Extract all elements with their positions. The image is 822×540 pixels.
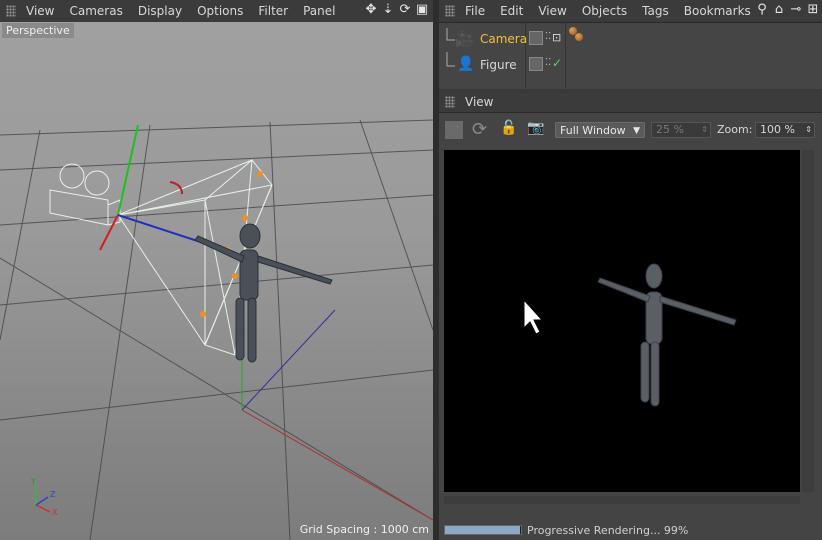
render-progress-fill [445, 526, 521, 534]
zoom-label: Zoom: [717, 123, 753, 136]
floor-grid [0, 119, 433, 540]
lock-icon[interactable]: 🔓 [500, 120, 517, 136]
object-name-camera[interactable]: Camera [480, 32, 527, 46]
menu-objects[interactable]: Objects [582, 4, 627, 18]
enabled-check-icon[interactable]: ✓ [552, 56, 562, 70]
stop-icon[interactable] [445, 121, 463, 139]
view-mode-value: Full Window [560, 124, 626, 137]
zoom-field[interactable]: 100 % ⇕ [755, 122, 815, 138]
visibility-dots-icon[interactable]: ⁚⁚ [545, 57, 551, 68]
object-name-figure[interactable]: Figure [480, 58, 517, 72]
object-row-camera[interactable]: 🎥 Camera ⁚⁚ ⊡ [439, 26, 822, 52]
figure-icon: 👤 [457, 56, 475, 72]
render-progress-bar [444, 525, 522, 535]
home-icon[interactable]: ⌂ [772, 2, 786, 18]
viewport-nav-icons: ✥ ⇣ ⟳ ▣ [364, 2, 429, 18]
perspective-viewport[interactable]: Y Z X Perspective Grid Spacing : 1000 cm [0, 22, 433, 540]
grid-spacing-text: Grid Spacing : 1000 cm [299, 523, 429, 536]
axis-gizmo [35, 485, 51, 513]
camera-object-icon[interactable] [49, 163, 121, 226]
menu-panel[interactable]: Panel [303, 4, 335, 18]
camera-y-axis [117, 124, 139, 216]
view-panel-title: View [465, 95, 494, 109]
camera-x-axis [99, 214, 119, 251]
percent-value: 25 % [656, 123, 684, 136]
rendered-image [523, 263, 737, 407]
menu-view[interactable]: View [538, 4, 566, 18]
stepper-icon[interactable]: ⇕ [805, 123, 812, 137]
viewport-scene [0, 119, 433, 540]
zoom-value: 100 % [760, 123, 795, 136]
refresh-icon[interactable]: ⟳ [472, 119, 487, 140]
object-manager: 🎥 Camera ⁚⁚ ⊡ 👤 Figure ⁚⁚ ✓ [439, 23, 822, 89]
menu-tags[interactable]: Tags [642, 4, 669, 18]
menu-view[interactable]: View [26, 4, 54, 18]
camera-rotation-handle[interactable] [169, 181, 183, 195]
object-row-figure[interactable]: 👤 Figure ⁚⁚ ✓ [439, 27, 822, 78]
rendered-figure [597, 263, 737, 407]
horizontal-scrollbar[interactable] [444, 496, 800, 504]
zoom-view-icon[interactable]: ⇣ [381, 2, 395, 18]
move-view-icon[interactable]: ✥ [364, 2, 378, 18]
menu-filter[interactable]: Filter [258, 4, 288, 18]
percent-field[interactable]: 25 % ⇕ [651, 122, 711, 138]
layer-icon[interactable] [529, 31, 543, 45]
menu-file[interactable]: File [465, 4, 485, 18]
layer-icon[interactable] [529, 57, 543, 71]
rotate-view-icon[interactable]: ⟳ [398, 2, 412, 18]
world-x-axis [241, 409, 433, 521]
menu-bookmarks[interactable]: Bookmarks [684, 4, 751, 18]
menu-edit[interactable]: Edit [500, 4, 523, 18]
add-icon[interactable]: ⊞ [806, 2, 820, 18]
grip-icon[interactable] [6, 5, 16, 17]
maximize-view-icon[interactable]: ▣ [415, 2, 429, 18]
snapshot-camera-icon[interactable]: 📷 [527, 120, 544, 136]
grip-icon[interactable] [445, 96, 455, 108]
menu-display[interactable]: Display [138, 4, 182, 18]
camera-target-icon[interactable]: ⊡ [552, 31, 561, 44]
object-manager-menubar: File Edit View Objects Tags Bookmarks ⚲ … [439, 0, 822, 23]
render-status-text: Progressive Rendering... 99% [527, 523, 689, 537]
grip-icon[interactable] [445, 5, 455, 17]
vertical-scrollbar[interactable] [802, 150, 814, 492]
render-canvas[interactable] [444, 150, 800, 492]
viewport-label[interactable]: Perspective [2, 23, 74, 38]
view-panel: View ⟳ 🔓 📷 Full Window ▼ 25 % ⇕ Zoom: 10… [439, 92, 822, 540]
link-icon[interactable]: ⊸ [789, 2, 803, 18]
chevron-down-icon: ▼ [633, 126, 640, 136]
camera-icon: 🎥 [455, 30, 474, 48]
visibility-dots-icon[interactable]: ⁚⁚ [545, 31, 551, 42]
view-panel-header: View [439, 92, 822, 113]
gizmo-y-label: Y [31, 477, 36, 486]
render-statusbar: Progressive Rendering... 99% [439, 520, 822, 540]
object-manager-icons: ⚲ ⌂ ⊸ ⊞ [755, 2, 820, 18]
gizmo-z-label: Z [50, 490, 56, 499]
view-mode-dropdown[interactable]: Full Window ▼ [555, 122, 645, 138]
menu-options[interactable]: Options [197, 4, 243, 18]
search-icon[interactable]: ⚲ [755, 2, 769, 18]
view-toolbar: ⟳ 🔓 📷 Full Window ▼ 25 % ⇕ Zoom: 100 % ⇕ [439, 119, 822, 142]
material-tag-icon[interactable] [575, 33, 583, 41]
gizmo-x-label: X [52, 508, 58, 517]
stepper-icon[interactable]: ⇕ [701, 123, 708, 137]
menu-cameras[interactable]: Cameras [69, 4, 122, 18]
viewport-menubar: View Cameras Display Options Filter Pane… [0, 0, 433, 23]
figure-object[interactable] [194, 223, 333, 363]
mouse-cursor-icon [523, 298, 544, 335]
